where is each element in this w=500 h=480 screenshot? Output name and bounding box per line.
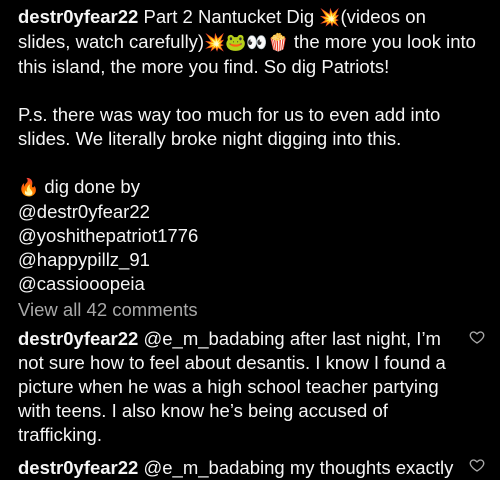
emoji-sequence: 💥🐸👀🍿	[204, 33, 289, 53]
comment-text: my thoughts exactly	[289, 457, 454, 478]
mention-destr0yfear22[interactable]: @destr0yfear22	[18, 200, 480, 224]
comment-mention[interactable]: @e_m_badabing	[143, 328, 284, 349]
collision-emoji: 💥	[319, 8, 341, 28]
comment-username[interactable]: destr0yfear22	[18, 457, 138, 478]
comment-item: destr0yfear22 @e_m_badabing my thoughts …	[18, 456, 458, 480]
mention-happypillz-91[interactable]: @happypillz_91	[18, 248, 480, 272]
fire-emoji: 🔥	[18, 178, 40, 198]
comment-item: destr0yfear22 @e_m_badabing after last n…	[18, 327, 458, 447]
heart-outline-icon[interactable]	[469, 329, 485, 345]
view-all-comments-link[interactable]: View all 42 comments	[18, 298, 198, 322]
caption-main-paragraph: destr0yfear22 Part 2 Nantucket Dig 💥(vid…	[18, 5, 480, 79]
credit-label: dig done by	[44, 176, 140, 197]
caption-ps-paragraph: P.s. there was way too much for us to ev…	[18, 104, 441, 149]
caption-text-part1: Part 2 Nantucket Dig	[143, 6, 315, 27]
post-caption: destr0yfear22 Part 2 Nantucket Dig 💥(vid…	[18, 5, 480, 296]
mention-cassiooopeia[interactable]: @cassiooopeia	[18, 272, 480, 296]
caption-username[interactable]: destr0yfear22	[18, 6, 138, 27]
comment-mention[interactable]: @e_m_badabing	[143, 457, 284, 478]
mention-yoshithepatriot1776[interactable]: @yoshithepatriot1776	[18, 224, 480, 248]
heart-outline-icon[interactable]	[469, 457, 485, 473]
post-comments-view: destr0yfear22 Part 2 Nantucket Dig 💥(vid…	[0, 0, 500, 478]
comment-username[interactable]: destr0yfear22	[18, 328, 138, 349]
caption-credits: 🔥 dig done by @destr0yfear22 @yoshithepa…	[18, 175, 480, 296]
